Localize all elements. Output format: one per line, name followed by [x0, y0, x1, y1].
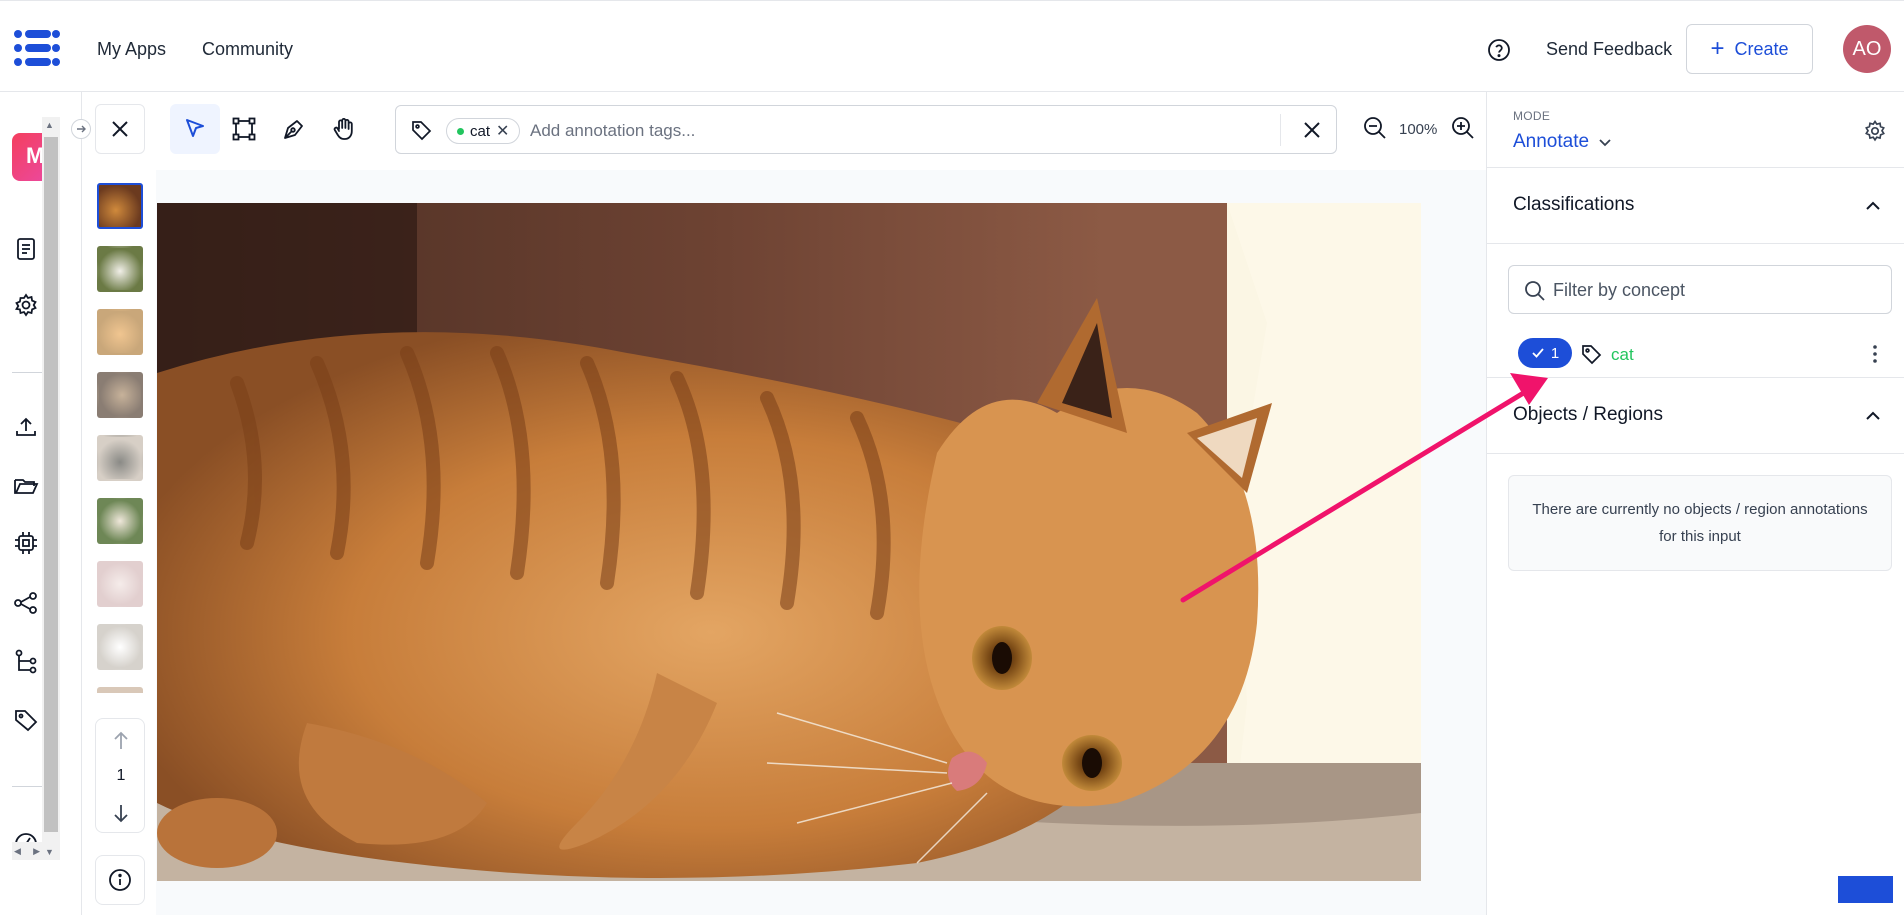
thumbnail-item[interactable] [97, 246, 143, 292]
section-divider [1487, 453, 1904, 454]
tag-icon [412, 121, 432, 141]
section-divider [1487, 243, 1904, 244]
create-button-label: Create [1734, 38, 1789, 59]
remove-tag-icon[interactable]: ✕ [496, 121, 509, 141]
tagbar-divider [1280, 114, 1281, 146]
tag-chip-label: cat [470, 122, 491, 140]
share-nodes-icon[interactable] [12, 589, 40, 617]
thumbnail-item[interactable] [97, 561, 143, 607]
zoom-level: 100% [1399, 121, 1438, 138]
tag-chip-cat[interactable]: cat ✕ [446, 118, 521, 144]
app-badge[interactable]: M [12, 133, 42, 181]
clarifai-logo-icon[interactable] [13, 27, 61, 69]
create-button[interactable]: + Create [1686, 24, 1813, 74]
input-thumbnails-strip [95, 183, 145, 693]
scroll-left-arrow-icon[interactable]: ◀ [14, 846, 21, 857]
sidebar-scrollbar[interactable]: ▲ ▼ [42, 117, 60, 860]
bounding-box-tool[interactable] [219, 104, 269, 154]
send-feedback-link[interactable]: Send Feedback [1546, 39, 1672, 60]
thumbnail-item[interactable] [97, 624, 143, 670]
annotation-tags-input[interactable] [530, 118, 1130, 144]
mode-dropdown[interactable]: Annotate [1513, 131, 1613, 153]
sidebar-divider [12, 786, 42, 787]
concept-name[interactable]: cat [1611, 345, 1634, 365]
objects-regions-section-header[interactable]: Objects / Regions [1487, 377, 1904, 453]
arrow-up-icon[interactable] [109, 729, 133, 753]
mode-label: MODE [1513, 109, 1551, 123]
user-avatar[interactable]: AO [1843, 25, 1891, 73]
pan-hand-tool[interactable] [319, 104, 369, 154]
pen-icon [284, 120, 303, 139]
close-annotator-button[interactable] [95, 104, 145, 154]
thumbnail-item[interactable] [97, 687, 143, 693]
folder-open-icon[interactable] [12, 472, 40, 500]
chevron-up-icon[interactable] [1862, 195, 1884, 217]
sidebar-horizontal-scrollbar[interactable]: ◀ ▶ [12, 842, 42, 860]
concept-count: 1 [1550, 344, 1560, 362]
polygon-pen-tool[interactable] [269, 104, 319, 154]
workflow-icon[interactable] [12, 647, 40, 675]
page-number: 1 [116, 767, 126, 784]
gear-icon[interactable] [1862, 118, 1888, 144]
chevron-down-icon [1599, 139, 1611, 147]
thumbnail-item[interactable] [97, 183, 143, 229]
check-icon [1532, 348, 1544, 358]
arrow-right-icon [77, 125, 86, 133]
cpu-chip-icon[interactable] [12, 529, 40, 557]
gear-icon[interactable] [12, 291, 40, 319]
cat-image[interactable] [157, 203, 1421, 881]
corner-widget[interactable] [1838, 876, 1893, 903]
scroll-up-arrow-icon[interactable]: ▲ [45, 120, 54, 130]
bounding-box-icon [232, 117, 256, 141]
chevron-up-icon[interactable] [1862, 405, 1884, 427]
clear-tags-icon[interactable] [1300, 118, 1324, 142]
nav-my-apps[interactable]: My Apps [97, 39, 166, 60]
top-navbar: My Apps Community Send Feedback + Create… [0, 0, 1904, 92]
zoom-out-icon[interactable] [1362, 115, 1388, 141]
sidebar-divider [12, 372, 42, 373]
hand-icon [333, 118, 353, 140]
search-icon [1525, 281, 1545, 301]
nav-community[interactable]: Community [202, 39, 293, 60]
classifications-section-header[interactable]: Classifications [1487, 167, 1904, 243]
arrow-down-icon[interactable] [109, 801, 133, 825]
concept-row-cat[interactable]: 1 cat [1518, 338, 1888, 370]
expand-sidebar-button[interactable] [71, 119, 91, 139]
concept-count-badge[interactable]: 1 [1518, 338, 1572, 368]
annotation-tags-bar: cat ✕ [395, 105, 1337, 154]
document-icon[interactable] [12, 235, 40, 263]
pointer-arrow-icon [186, 119, 204, 137]
more-options-icon[interactable] [1863, 342, 1887, 366]
thumbnail-pager: 1 [95, 718, 145, 833]
info-circle-icon [109, 869, 131, 891]
tag-icon [1582, 345, 1602, 365]
mode-value: Annotate [1513, 131, 1590, 152]
thumbnail-item[interactable] [97, 309, 143, 355]
scroll-down-arrow-icon[interactable]: ▼ [45, 847, 54, 857]
input-info-button[interactable] [95, 855, 145, 905]
app-sidebar [0, 92, 82, 915]
filter-by-concept-field[interactable] [1508, 265, 1892, 314]
upload-icon[interactable] [12, 413, 40, 441]
objects-regions-title: Objects / Regions [1513, 404, 1663, 425]
classifications-title: Classifications [1513, 194, 1635, 215]
empty-regions-message: There are currently no objects / region … [1508, 475, 1892, 571]
scroll-right-arrow-icon[interactable]: ▶ [33, 846, 40, 857]
tag-color-dot [457, 127, 464, 135]
question-circle-icon[interactable] [1487, 38, 1511, 62]
thumbnail-item[interactable] [97, 372, 143, 418]
thumbnail-item[interactable] [97, 498, 143, 544]
filter-by-concept-input[interactable] [1553, 277, 1873, 303]
zoom-in-icon[interactable] [1450, 115, 1476, 141]
select-pointer-tool[interactable] [170, 104, 220, 154]
tag-icon[interactable] [12, 706, 40, 734]
plus-icon: + [1710, 35, 1725, 62]
scrollbar-thumb[interactable] [44, 137, 58, 832]
close-icon [112, 121, 128, 137]
thumbnail-item[interactable] [97, 435, 143, 481]
